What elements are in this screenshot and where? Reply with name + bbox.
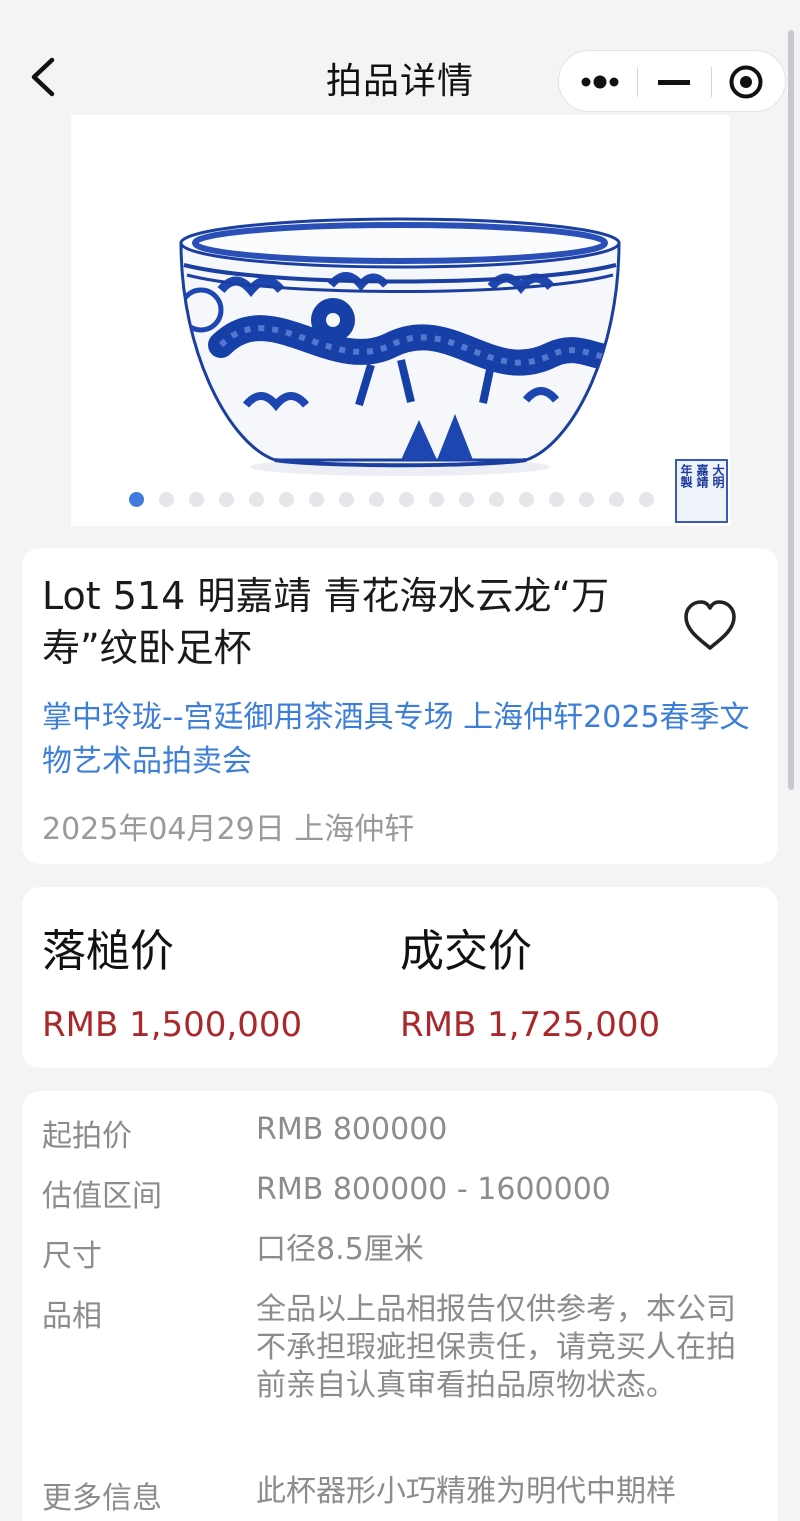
- carousel-dot[interactable]: [519, 492, 534, 507]
- carousel-dot[interactable]: [309, 492, 324, 507]
- detail-label-condition: 品相: [42, 1299, 102, 1334]
- close-button[interactable]: [709, 51, 783, 113]
- seal-line: 嘉靖: [695, 464, 709, 488]
- detail-label-estimate: 估值区间: [42, 1179, 162, 1214]
- carousel-dot[interactable]: [189, 492, 204, 507]
- minus-icon: [658, 80, 690, 85]
- detail-label-starting-price: 起拍价: [42, 1119, 132, 1154]
- carousel-dot[interactable]: [249, 492, 264, 507]
- lot-details-card: 起拍价 RMB 800000 估值区间 RMB 800000 - 1600000…: [22, 1091, 778, 1521]
- auction-date-location: 2025年04月29日 上海仲轩: [42, 812, 415, 847]
- carousel-dot[interactable]: [159, 492, 174, 507]
- reign-mark-seal: 大明 嘉靖 年製: [675, 459, 728, 523]
- minimize-button[interactable]: [637, 51, 711, 113]
- carousel-dot[interactable]: [369, 492, 384, 507]
- favorite-button[interactable]: [680, 598, 740, 654]
- more-button[interactable]: [563, 51, 637, 113]
- carousel-dot[interactable]: [609, 492, 624, 507]
- carousel-dot[interactable]: [489, 492, 504, 507]
- hammer-price-label: 落槌价: [42, 926, 174, 977]
- lot-info-card: Lot 514 明嘉靖 青花海水云龙“万寿”纹卧足杯 掌中玲珑--宫廷御用茶酒具…: [22, 548, 778, 864]
- detail-label-more-info: 更多信息: [42, 1481, 162, 1516]
- image-carousel[interactable]: 大明 嘉靖 年製: [71, 115, 730, 526]
- top-nav-bar: 拍品详情: [0, 0, 800, 115]
- detail-value-estimate: RMB 800000 - 1600000: [256, 1172, 611, 1207]
- carousel-dot[interactable]: [279, 492, 294, 507]
- detail-value-size: 口径8.5厘米: [256, 1232, 424, 1267]
- carousel-dot[interactable]: [639, 492, 654, 507]
- porcelain-cup-image: [179, 217, 621, 476]
- carousel-dot[interactable]: [129, 492, 144, 507]
- price-card: 落槌价 RMB 1,500,000 成交价 RMB 1,725,000: [22, 887, 778, 1068]
- lot-title: Lot 514 明嘉靖 青花海水云龙“万寿”纹卧足杯: [42, 574, 610, 670]
- carousel-indicator: [129, 492, 654, 507]
- seal-line: 年製: [679, 464, 693, 488]
- target-circle-icon: [729, 65, 763, 99]
- detail-value-more-info: 此杯器形小巧精雅为明代中期样: [256, 1474, 676, 1509]
- detail-label-size: 尺寸: [42, 1239, 102, 1274]
- carousel-dot[interactable]: [429, 492, 444, 507]
- mini-program-capsule: [558, 50, 786, 112]
- deal-price-value: RMB 1,725,000: [400, 1005, 661, 1045]
- seal-line: 大明: [711, 464, 725, 488]
- detail-value-condition: 全品以上品相报告仅供参考，本公司不承担瑕疵担保责任，请竞买人在拍前亲自认真审看拍…: [256, 1292, 736, 1403]
- carousel-dot[interactable]: [399, 492, 414, 507]
- hammer-price-value: RMB 1,500,000: [42, 1005, 303, 1045]
- carousel-dot[interactable]: [219, 492, 234, 507]
- deal-price-label: 成交价: [400, 926, 532, 977]
- carousel-dot[interactable]: [459, 492, 474, 507]
- carousel-dot[interactable]: [339, 492, 354, 507]
- carousel-dot[interactable]: [579, 492, 594, 507]
- scrollbar[interactable]: [788, 30, 794, 790]
- carousel-dot[interactable]: [549, 492, 564, 507]
- detail-value-starting-price: RMB 800000: [256, 1112, 448, 1147]
- more-dots-icon: [581, 75, 619, 89]
- heart-icon: [684, 600, 736, 650]
- auction-session-link[interactable]: 掌中玲珑--宫廷御用茶酒具专场 上海仲轩2025春季文物艺术品拍卖会: [42, 696, 758, 784]
